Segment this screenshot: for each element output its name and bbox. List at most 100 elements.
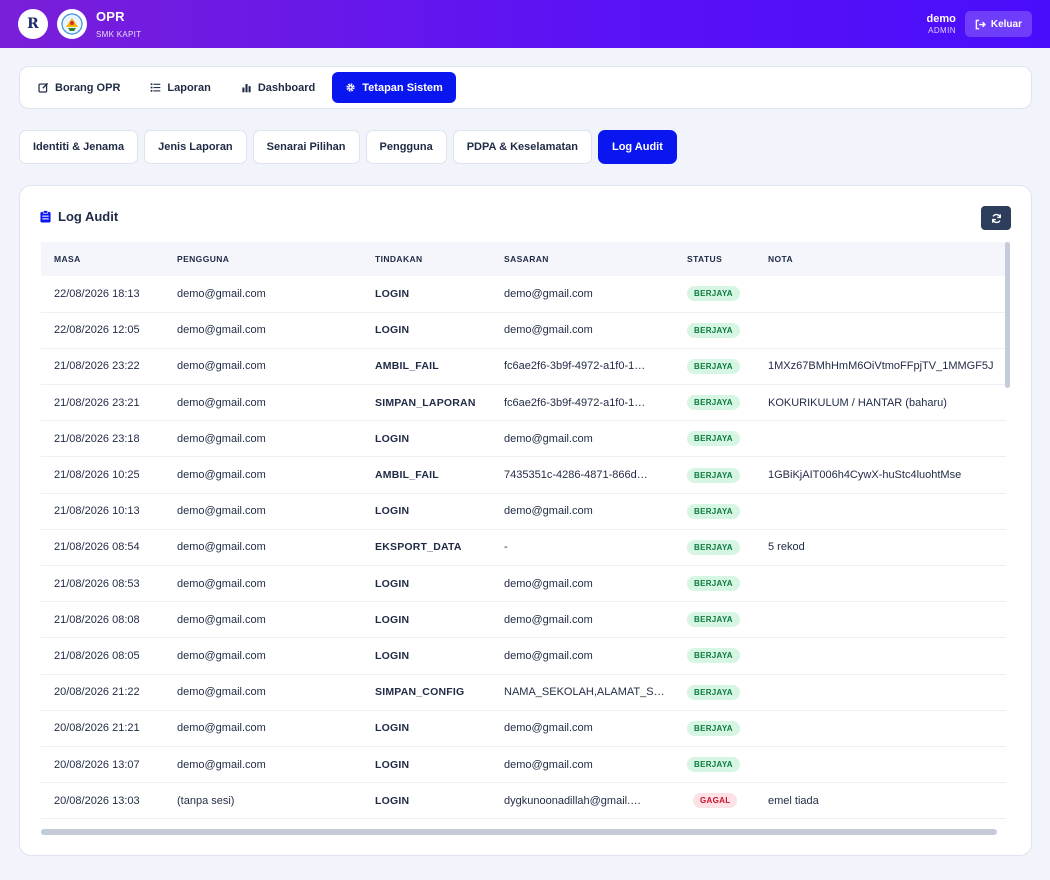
user-role: ADMIN <box>928 26 956 35</box>
table-row: 21/08/2026 08:08 demo@gmail.com LOGIN demo@… <box>41 601 1006 639</box>
list-icon <box>151 83 161 92</box>
status-badge: BERJAYA <box>687 684 740 700</box>
vertical-scrollbar[interactable] <box>1005 242 1010 388</box>
horizontal-scrollbar[interactable] <box>41 829 997 835</box>
table-row: 21/08/2026 10:13 demo@gmail.com LOGIN demo@… <box>41 493 1006 530</box>
cell-sasaran: demo@gmail.com <box>491 420 674 458</box>
cell-pengguna: demo@gmail.com <box>164 493 362 530</box>
cell-status: BERJAYA <box>674 746 755 784</box>
cell-status: BERJAYA <box>674 348 755 386</box>
cell-masa: 21/08/2026 23:22 <box>41 348 164 386</box>
cell-masa: 22/08/2026 12:05 <box>41 312 164 349</box>
tab-jenis-laporan[interactable]: Jenis Laporan <box>144 130 247 164</box>
cell-status: BERJAYA <box>674 565 755 603</box>
cell-status: GAGAL <box>674 782 755 820</box>
status-badge: BERJAYA <box>687 539 740 555</box>
cell-masa: 20/08/2026 21:21 <box>41 710 164 747</box>
table-row: 22/08/2026 12:05 demo@gmail.com LOGIN demo@… <box>41 312 1006 349</box>
table-row: 21/08/2026 10:25 demo@gmail.com AMBIL_FAIL… <box>41 456 1006 494</box>
column-header: STATUS <box>687 254 723 264</box>
cell-pengguna: (tanpa sesi) <box>164 782 362 820</box>
cell-nota: 1MXz67BMhHmM6OiVtmoFFpjTV_1MMGF5J <box>755 348 1006 386</box>
cell-pengguna: demo@gmail.com <box>164 746 362 784</box>
cell-sasaran: dygkunoonadillah@gmail.… <box>491 782 674 820</box>
tab-identiti-jenama[interactable]: Identiti & Jenama <box>19 130 139 164</box>
cell-status: BERJAYA <box>674 637 755 675</box>
cell-masa: 21/08/2026 23:21 <box>41 384 164 422</box>
cell-pengguna: demo@gmail.com <box>164 348 362 386</box>
column-header: PENGGUNA <box>177 254 230 264</box>
cell-masa: 21/08/2026 23:18 <box>41 420 164 458</box>
table-header-row: MASA PENGGUNA TINDAKAN SASARAN STATUS NO… <box>41 242 1006 276</box>
cell-status: BERJAYA <box>674 420 755 458</box>
cell-nota: 5 rekod <box>755 529 1006 567</box>
cell-status: BERJAYA <box>674 384 755 422</box>
sign-out-icon <box>975 19 986 29</box>
nav-label: Borang OPR <box>55 81 121 94</box>
audit-table-body: 22/08/2026 18:13 demo@gmail.com LOGIN demo@… <box>41 276 1006 820</box>
cell-sasaran: demo@gmail.com <box>491 601 674 639</box>
table-row: 21/08/2026 23:22 demo@gmail.com AMBIL_FAIL… <box>41 348 1006 386</box>
ministry-logo: R <box>18 9 48 39</box>
logout-button[interactable]: Keluar <box>964 11 1032 37</box>
cell-tindakan: LOGIN <box>362 710 491 747</box>
school-name: SMK KAPIT <box>96 30 142 39</box>
cell-status: BERJAYA <box>674 456 755 494</box>
cell-pengguna: demo@gmail.com <box>164 637 362 675</box>
table-row: 21/08/2026 23:18 demo@gmail.com LOGIN demo@… <box>41 420 1006 458</box>
logo-letter: R <box>27 16 39 32</box>
cell-tindakan: EKSPORT_DATA <box>362 529 491 567</box>
cell-tindakan: LOGIN <box>362 565 491 603</box>
cell-tindakan: AMBIL_FAIL <box>362 456 491 494</box>
cell-sasaran: NAMA_SEKOLAH,ALAMAT_S… <box>491 674 674 711</box>
cell-nota <box>755 601 1006 639</box>
cell-tindakan: AMBIL_FAIL <box>362 348 491 386</box>
cell-status: BERJAYA <box>674 493 755 530</box>
brand: OPR SMK KAPIT <box>96 9 141 39</box>
cell-status: BERJAYA <box>674 276 755 313</box>
table-row: 21/08/2026 08:05 demo@gmail.com LOGIN demo@… <box>41 637 1006 675</box>
gear-icon <box>346 83 355 92</box>
table-row: 21/08/2026 23:21 demo@gmail.com SIMPAN_LAP… <box>41 384 1006 422</box>
cell-tindakan: LOGIN <box>362 312 491 349</box>
tab-pengguna[interactable]: Pengguna <box>365 130 447 164</box>
card-title-text: Log Audit <box>58 209 119 224</box>
audit-table: MASA PENGGUNA TINDAKAN SASARAN STATUS NO… <box>41 242 1006 820</box>
cell-masa: 20/08/2026 13:03 <box>41 782 164 820</box>
cell-pengguna: demo@gmail.com <box>164 674 362 711</box>
status-badge: BERJAYA <box>687 503 740 519</box>
column-header: MASA <box>54 254 81 264</box>
tab-pdpa-keselamatan[interactable]: PDPA & Keselamatan <box>452 130 592 164</box>
status-badge: BERJAYA <box>687 467 740 483</box>
cell-sasaran: demo@gmail.com <box>491 565 674 603</box>
cell-nota <box>755 637 1006 675</box>
cell-masa: 21/08/2026 08:54 <box>41 529 164 567</box>
cell-sasaran: fc6ae2f6-3b9f-4972-a1f0-1… <box>491 348 674 386</box>
cell-sasaran: demo@gmail.com <box>491 276 674 313</box>
cell-sasaran: demo@gmail.com <box>491 637 674 675</box>
cell-masa: 21/08/2026 10:13 <box>41 493 164 530</box>
table-row: 20/08/2026 13:07 demo@gmail.com LOGIN demo@… <box>41 746 1006 784</box>
cell-nota <box>755 312 1006 349</box>
tab-senarai-pilihan[interactable]: Senarai Pilihan <box>252 130 360 164</box>
column-header: NOTA <box>768 254 794 264</box>
cell-nota <box>755 493 1006 530</box>
nav-laporan[interactable]: Laporan <box>137 72 223 103</box>
refresh-button[interactable] <box>981 206 1011 230</box>
school-logo <box>57 9 87 39</box>
cell-nota: KOKURIKULUM / HANTAR (baharu) <box>755 384 1006 422</box>
column-header: SASARAN <box>504 254 549 264</box>
app-header: R OPR SMK KAPIT demo ADMIN Keluar <box>0 0 1050 48</box>
status-badge: BERJAYA <box>687 720 740 736</box>
cell-nota <box>755 710 1006 747</box>
status-badge: BERJAYA <box>687 322 740 338</box>
cell-pengguna: demo@gmail.com <box>164 529 362 567</box>
table-row: 21/08/2026 08:53 demo@gmail.com LOGIN demo@… <box>41 565 1006 603</box>
nav-tetapan-sistem[interactable]: Tetapan Sistem <box>332 72 456 103</box>
cell-status: BERJAYA <box>674 674 755 711</box>
tab-log-audit[interactable]: Log Audit <box>597 130 677 164</box>
table-row: 21/08/2026 08:54 demo@gmail.com EKSPORT_DA… <box>41 529 1006 567</box>
nav-borang-opr[interactable]: Borang OPR <box>25 72 133 103</box>
nav-dashboard[interactable]: Dashboard <box>228 72 328 103</box>
cell-sasaran: demo@gmail.com <box>491 746 674 784</box>
